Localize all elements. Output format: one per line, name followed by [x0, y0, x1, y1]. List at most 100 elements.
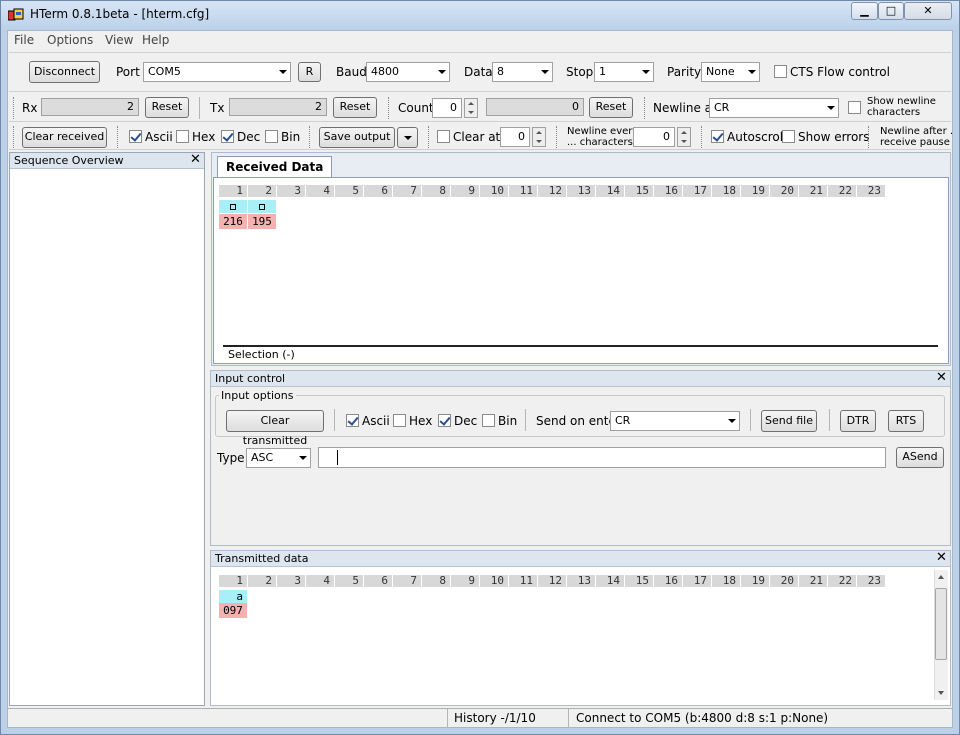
column-number: 5: [335, 575, 363, 587]
transmitted-title: Transmitted data: [215, 552, 309, 565]
rx-dec-checkbox[interactable]: [221, 130, 234, 143]
count-display: 0: [486, 98, 584, 116]
tx-ascii-checkbox[interactable]: [346, 414, 359, 427]
column-number: 11: [509, 575, 537, 587]
count-input[interactable]: 0: [432, 98, 462, 118]
selection-divider: [223, 345, 938, 347]
received-dec-cell: 195: [248, 214, 276, 229]
maximize-button[interactable]: □: [878, 2, 904, 20]
baud-select[interactable]: 4800: [366, 62, 450, 82]
menu-options[interactable]: Options: [47, 33, 93, 47]
data-bits-select[interactable]: 8: [492, 62, 553, 82]
autoscroll-checkbox[interactable]: [711, 130, 724, 143]
toolbar-grip[interactable]: [701, 126, 704, 148]
disconnect-button[interactable]: Disconnect: [29, 61, 100, 83]
show-errors-checkbox[interactable]: [782, 130, 795, 143]
save-output-button[interactable]: Save output: [319, 127, 395, 148]
transmitted-ascii-cell: a: [219, 590, 247, 603]
column-number: 10: [480, 575, 508, 587]
toolbar-grip[interactable]: [309, 126, 312, 148]
send-on-enter-select[interactable]: CR: [610, 411, 740, 431]
cts-flow-checkbox[interactable]: [774, 65, 787, 78]
menu-view[interactable]: View: [105, 33, 133, 47]
scroll-up-icon[interactable]: [938, 575, 944, 579]
column-number: 10: [480, 185, 508, 197]
rts-button[interactable]: RTS: [888, 410, 924, 432]
connection-status: Connect to COM5 (b:4800 d:8 s:1 p:None): [576, 711, 829, 725]
newline-every-label-line1: Newline every: [567, 126, 639, 137]
baud-value: 4800: [371, 65, 399, 78]
column-number: 4: [306, 575, 334, 587]
received-ascii-cell: [248, 200, 276, 213]
asend-button[interactable]: ASend: [896, 447, 944, 468]
menu-file[interactable]: File: [14, 33, 34, 47]
menu-help[interactable]: Help: [142, 33, 169, 47]
toolbar-grip[interactable]: [13, 126, 16, 148]
rx-ascii-label: Ascii: [145, 130, 173, 144]
rx-hex-checkbox[interactable]: [176, 130, 189, 143]
toolbar-grip[interactable]: [428, 126, 431, 148]
tx-label: Tx: [210, 101, 225, 115]
parity-label: Parity: [667, 65, 702, 79]
show-errors-label: Show errors: [798, 130, 870, 144]
toolbar-grip[interactable]: [13, 97, 16, 119]
clear-received-button[interactable]: Clear received: [22, 127, 107, 148]
column-number: 18: [712, 185, 740, 197]
stop-bits-label: Stop: [566, 65, 594, 79]
close-icon[interactable]: ✕: [936, 371, 947, 385]
scrollbar-thumb[interactable]: [935, 588, 947, 660]
send-on-enter-value: CR: [615, 414, 631, 427]
tx-dec-checkbox[interactable]: [438, 414, 451, 427]
newline-at-select[interactable]: CR: [709, 98, 839, 118]
newline-every-label: Newline every... characters: [567, 126, 638, 148]
rx-reset-button[interactable]: Reset: [145, 97, 189, 118]
tab-received-data[interactable]: Received Data: [217, 156, 333, 178]
clear-at-spinner[interactable]: [532, 127, 546, 147]
column-number: 22: [828, 185, 856, 197]
show-newline-checkbox[interactable]: [848, 101, 861, 114]
clear-at-input[interactable]: 0: [500, 127, 530, 147]
close-window-button[interactable]: ✕: [904, 2, 952, 20]
close-icon[interactable]: ✕: [936, 551, 947, 565]
close-icon[interactable]: ✕: [190, 153, 201, 167]
send-input-field[interactable]: [318, 447, 886, 468]
tx-hex-checkbox[interactable]: [393, 414, 406, 427]
column-number: 6: [364, 185, 392, 197]
tx-reset-button[interactable]: Reset: [333, 97, 377, 118]
scroll-down-icon[interactable]: [938, 691, 944, 695]
minimize-button[interactable]: ▁: [851, 2, 878, 20]
column-number: 22: [828, 575, 856, 587]
toolbar-grip[interactable]: [388, 97, 391, 119]
newline-every-spinner[interactable]: [677, 127, 691, 147]
count-reset-button[interactable]: Reset: [589, 97, 633, 118]
clear-transmitted-button[interactable]: Clear transmitted: [226, 410, 324, 447]
send-file-button[interactable]: Send file: [761, 410, 817, 432]
toolbar-grip[interactable]: [117, 126, 120, 148]
toolbar-grip[interactable]: [644, 97, 647, 119]
rx-bin-checkbox[interactable]: [265, 130, 278, 143]
show-newline-label-line1: Show newline: [867, 96, 936, 107]
chevron-down-icon: [827, 106, 835, 110]
port-select[interactable]: COM5: [143, 62, 291, 82]
received-data-view[interactable]: [213, 177, 949, 364]
newline-every-input[interactable]: 0: [633, 127, 675, 147]
chevron-down-icon: [748, 70, 756, 74]
rescan-ports-button[interactable]: R: [298, 62, 321, 82]
count-spinner[interactable]: [464, 98, 478, 118]
toolbar-grip[interactable]: [868, 126, 871, 148]
tx-bin-checkbox[interactable]: [482, 414, 495, 427]
separator: [525, 409, 526, 431]
stop-bits-select[interactable]: 1: [594, 62, 654, 82]
parity-select[interactable]: None: [701, 62, 760, 82]
toolbar-grip[interactable]: [556, 126, 559, 148]
history-status: History -/1/10: [454, 711, 536, 725]
sequence-overview-panel: [9, 152, 205, 706]
save-output-dropdown[interactable]: [397, 127, 418, 148]
dtr-button[interactable]: DTR: [840, 410, 876, 432]
column-number: 1: [219, 185, 247, 197]
clear-at-checkbox[interactable]: [437, 130, 450, 143]
text-cursor: [337, 450, 338, 465]
rx-ascii-checkbox[interactable]: [129, 130, 142, 143]
type-select[interactable]: ASC: [246, 448, 311, 468]
toolbar-separator: [199, 97, 200, 119]
